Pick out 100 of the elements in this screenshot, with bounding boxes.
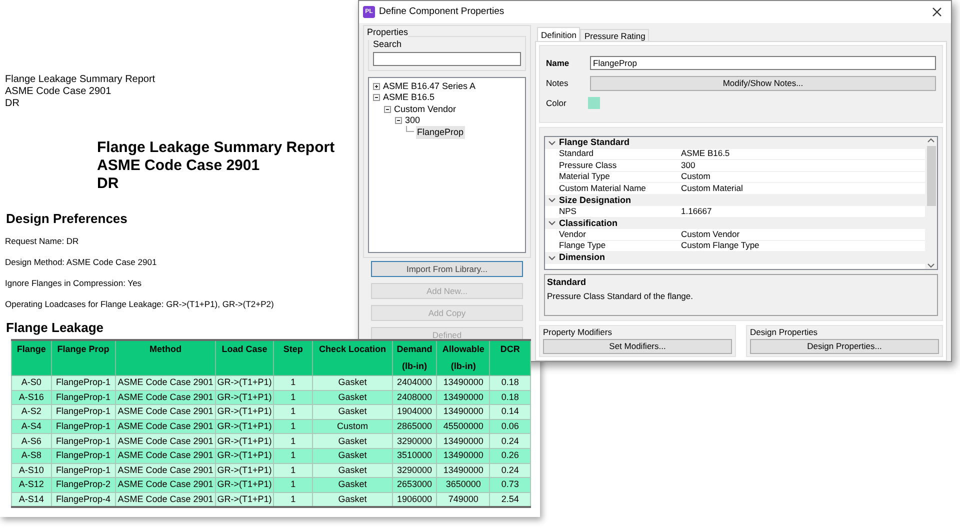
table-cell: GR->(T1+P1): [216, 492, 274, 507]
table-cell: 3650000: [436, 478, 490, 492]
table-cell: FlangeProp-1: [51, 448, 116, 464]
table-cell: A-S8: [12, 448, 52, 464]
table-cell: ASME Code Case 2901: [115, 434, 216, 448]
group-header: Size Designation: [559, 194, 632, 207]
collapse-icon[interactable]: [384, 106, 391, 113]
property-name: Vendor: [559, 228, 587, 241]
property-name: NPS: [559, 204, 578, 218]
library-button[interactable]: Import From Library...: [371, 261, 523, 277]
table-cell: ASME Code Case 2901: [115, 376, 216, 390]
table-cell: Gasket: [312, 376, 392, 390]
table-cell: GR->(T1+P1): [216, 448, 274, 464]
expand-icon[interactable]: [373, 82, 380, 90]
scroll-up-icon[interactable]: [927, 137, 935, 145]
name-field[interactable]: FlangeProp: [590, 56, 936, 70]
group-label: Properties: [367, 26, 408, 40]
preference-line: Request Name: DR: [5, 234, 79, 246]
window-title: Define Component Properties: [379, 4, 506, 19]
property-value: Custom Vendor: [681, 228, 741, 241]
tree-item[interactable]: Custom Vendor: [393, 102, 458, 116]
table-cell: A-S6: [12, 434, 52, 448]
table-cell: GR->(T1+P1): [216, 434, 274, 448]
table-cell: 13490000: [436, 434, 490, 448]
preference-line: Design Method: ASME Code Case 2901: [5, 256, 157, 268]
table-cell: A-S2: [12, 404, 52, 420]
tab[interactable]: Definition: [537, 27, 580, 41]
group-header: Flange Standard: [559, 137, 630, 149]
table-cell: 2404000: [392, 376, 437, 390]
tree-item[interactable]: ASME B16.47 Series A: [382, 80, 477, 93]
table-cell: ASME Code Case 2901: [115, 492, 216, 507]
header-line: ASME Code Case 2901: [5, 86, 112, 98]
table-cell: 3510000: [392, 448, 437, 464]
field-label: Color: [546, 97, 568, 110]
property-name: Material Type: [559, 170, 611, 184]
chevron-down-icon[interactable]: [548, 220, 556, 226]
table-cell: 1: [273, 376, 313, 390]
table-cell: Gasket: [312, 434, 392, 448]
group-header: Dimension: [559, 251, 606, 264]
chevron-down-icon[interactable]: [548, 254, 556, 261]
table-cell: 1: [273, 448, 313, 464]
close-icon[interactable]: [931, 6, 943, 18]
table-cell: GR->(T1+P1): [216, 478, 274, 492]
table-cell: Gasket: [312, 404, 392, 420]
property-name: Pressure Class: [559, 158, 618, 172]
table-cell: 0.14: [490, 404, 530, 420]
tree-item[interactable]: ASME B16.5: [382, 91, 436, 104]
modifiers-button[interactable]: Set Modifiers...: [543, 338, 732, 354]
chevron-down-icon[interactable]: [548, 197, 556, 204]
table-cell: FlangeProp-1: [51, 376, 116, 390]
table-cell: 0.18: [490, 376, 530, 390]
table-cell: A-S0: [12, 376, 52, 390]
table-cell: 2653000: [392, 478, 437, 492]
table-cell: Gasket: [312, 448, 392, 464]
tree-item[interactable]: FlangeProp: [416, 126, 465, 139]
collapse-icon[interactable]: [395, 117, 402, 124]
report-title: DR: [97, 175, 119, 193]
property-name: Standard: [559, 147, 594, 160]
table-cell: ASME Code Case 2901: [115, 404, 216, 420]
table-cell: FlangeProp-2: [51, 478, 116, 492]
table-cell: ASME Code Case 2901: [115, 478, 216, 492]
table-cell: ASME Code Case 2901: [115, 448, 216, 464]
table-cell: 1: [273, 404, 313, 420]
table-cell: 0.73: [490, 478, 530, 492]
table-cell: 0.24: [490, 434, 530, 448]
description-text: Pressure Class Standard of the flange.: [547, 290, 693, 302]
preference-line: Ignore Flanges in Compression: Yes: [5, 276, 142, 288]
color-swatch[interactable]: [588, 97, 600, 110]
scrollbar[interactable]: [925, 137, 937, 269]
notes-button[interactable]: Modify/Show Notes...: [590, 76, 936, 91]
group-header: Classification: [559, 216, 618, 230]
description-title: Standard: [547, 276, 586, 289]
table-cell: 13490000: [436, 404, 490, 420]
table-cell: A-S14: [12, 492, 52, 507]
table-cell: GR->(T1+P1): [216, 404, 274, 420]
collapse-icon[interactable]: [373, 94, 380, 102]
table-cell: 1: [273, 434, 313, 448]
tree-item[interactable]: 300: [404, 114, 422, 128]
section-heading: Flange Leakage: [6, 318, 104, 337]
property-name: Custom Material Name: [559, 182, 647, 195]
property-value: Custom: [681, 170, 712, 184]
table-cell: 13490000: [436, 448, 490, 464]
table-cell: A-S12: [12, 478, 52, 492]
table-cell: Gasket: [312, 478, 392, 492]
table-cell: 13490000: [436, 376, 490, 390]
search-field[interactable]: [373, 52, 521, 66]
scroll-down-icon[interactable]: [927, 261, 935, 269]
table-cell: FlangeProp-1: [51, 404, 116, 420]
table-cell: 3290000: [392, 434, 437, 448]
header-line: DR: [5, 98, 20, 110]
section-heading: Design Preferences: [6, 210, 128, 228]
tab[interactable]: Pressure Rating: [580, 29, 650, 41]
header-line: Flange Leakage Summary Report: [5, 74, 156, 86]
table-cell: 0.26: [490, 448, 530, 464]
group-label: Property Modifiers: [543, 326, 612, 339]
chevron-down-icon[interactable]: [548, 140, 556, 146]
property-value: ASME B16.5: [681, 147, 731, 160]
report-title: Flange Leakage Summary Report: [97, 139, 335, 157]
design-properties-button[interactable]: Design Properties...: [750, 338, 939, 354]
field-label: Notes: [546, 77, 570, 90]
